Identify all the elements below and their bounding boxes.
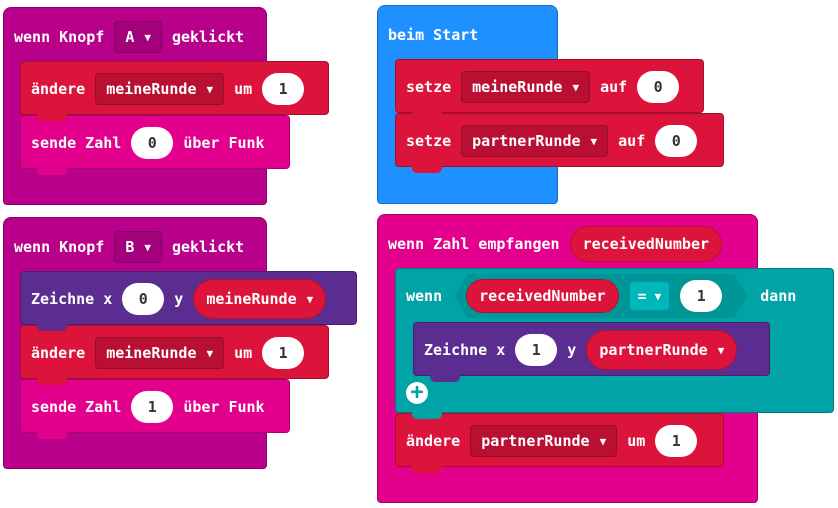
send-label: sende Zahl [31,398,122,416]
by-label: um [234,344,253,362]
variable-reporter[interactable]: meineRunde ▼ [193,279,327,319]
variable-dropdown[interactable]: partnerRunde ▼ [470,425,618,457]
radio-send-number-block[interactable]: sende Zahl 1 über Funk [20,379,290,439]
then-label: dann [760,287,797,305]
on-start-label: beim Start [388,26,479,44]
hat-label: wenn Knopf [14,28,105,46]
if-label: wenn [406,287,443,305]
plot-led-block[interactable]: Zeichne x 0 y meineRunde ▼ [20,271,357,331]
radio-send-number-block[interactable]: sende Zahl 0 über Funk [20,115,290,175]
button-dropdown[interactable]: A ▼ [114,21,162,53]
change-variable-block[interactable]: ändere meineRunde ▼ um 1 [20,61,329,121]
to-label: auf [600,78,628,96]
plot-x-input[interactable]: 1 [515,334,558,366]
chevron-down-icon: ▼ [144,240,151,254]
send-value-input[interactable]: 0 [131,127,174,159]
send-value-input[interactable]: 1 [131,391,174,423]
chevron-down-icon: ▼ [717,343,725,357]
chevron-down-icon: ▼ [206,346,214,360]
send-label: sende Zahl [31,134,122,152]
change-variable-block[interactable]: ändere partnerRunde ▼ um 1 [395,413,724,473]
operator-dropdown[interactable]: = ▼ [628,281,671,311]
set-value-input[interactable]: 0 [655,125,698,157]
plot-label: Zeichne x [424,341,506,359]
set-variable-block[interactable]: setze meineRunde ▼ auf 0 [395,59,704,119]
received-number-param[interactable]: receivedNumber [569,226,723,262]
chevron-down-icon: ▼ [599,434,607,448]
chevron-down-icon: ▼ [654,289,662,303]
change-label: ändere [31,80,86,98]
change-amount-input[interactable]: 1 [262,73,305,105]
by-label: um [234,80,253,98]
comparison-hex-right [734,274,749,318]
change-amount-input[interactable]: 1 [655,425,698,457]
set-label: setze [406,78,452,96]
set-label: setze [406,132,452,150]
hat-suffix: geklickt [171,238,245,256]
chevron-down-icon: ▼ [590,134,598,148]
chevron-down-icon: ▼ [144,30,151,44]
hat-suffix: geklickt [171,28,245,46]
button-dropdown[interactable]: B ▼ [114,231,162,263]
variable-dropdown[interactable]: meineRunde ▼ [95,73,225,105]
variable-dropdown[interactable]: meineRunde ▼ [95,337,225,369]
hat-label: wenn Zahl empfangen [388,235,560,253]
change-variable-block[interactable]: ändere meineRunde ▼ um 1 [20,325,329,385]
change-label: ändere [406,432,461,450]
set-value-input[interactable]: 0 [637,71,680,103]
chevron-down-icon: ▼ [572,80,580,94]
chevron-down-icon: ▼ [206,82,214,96]
add-branch-icon[interactable]: + [406,382,428,404]
hat-label: wenn Knopf [14,238,105,256]
chevron-down-icon: ▼ [306,292,314,306]
send-suffix: über Funk [183,398,265,416]
variable-dropdown[interactable]: partnerRunde ▼ [461,125,609,157]
plot-x-input[interactable]: 0 [122,283,165,315]
comparison-block[interactable]: receivedNumber = ▼ 1 [466,274,735,318]
change-label: ändere [31,344,86,362]
send-suffix: über Funk [183,134,265,152]
variable-dropdown[interactable]: meineRunde ▼ [461,71,591,103]
comparison-value-input[interactable]: 1 [680,280,723,312]
change-amount-input[interactable]: 1 [262,337,305,369]
by-label: um [627,432,646,450]
plot-y-label: y [567,341,577,359]
set-variable-block[interactable]: setze partnerRunde ▼ auf 0 [395,113,724,173]
plot-y-label: y [174,290,184,308]
received-number-reporter[interactable]: receivedNumber [466,279,619,313]
plot-led-block[interactable]: Zeichne x 1 y partnerRunde ▼ [413,322,770,382]
plot-label: Zeichne x [31,290,113,308]
variable-reporter[interactable]: partnerRunde ▼ [586,330,738,370]
to-label: auf [618,132,646,150]
